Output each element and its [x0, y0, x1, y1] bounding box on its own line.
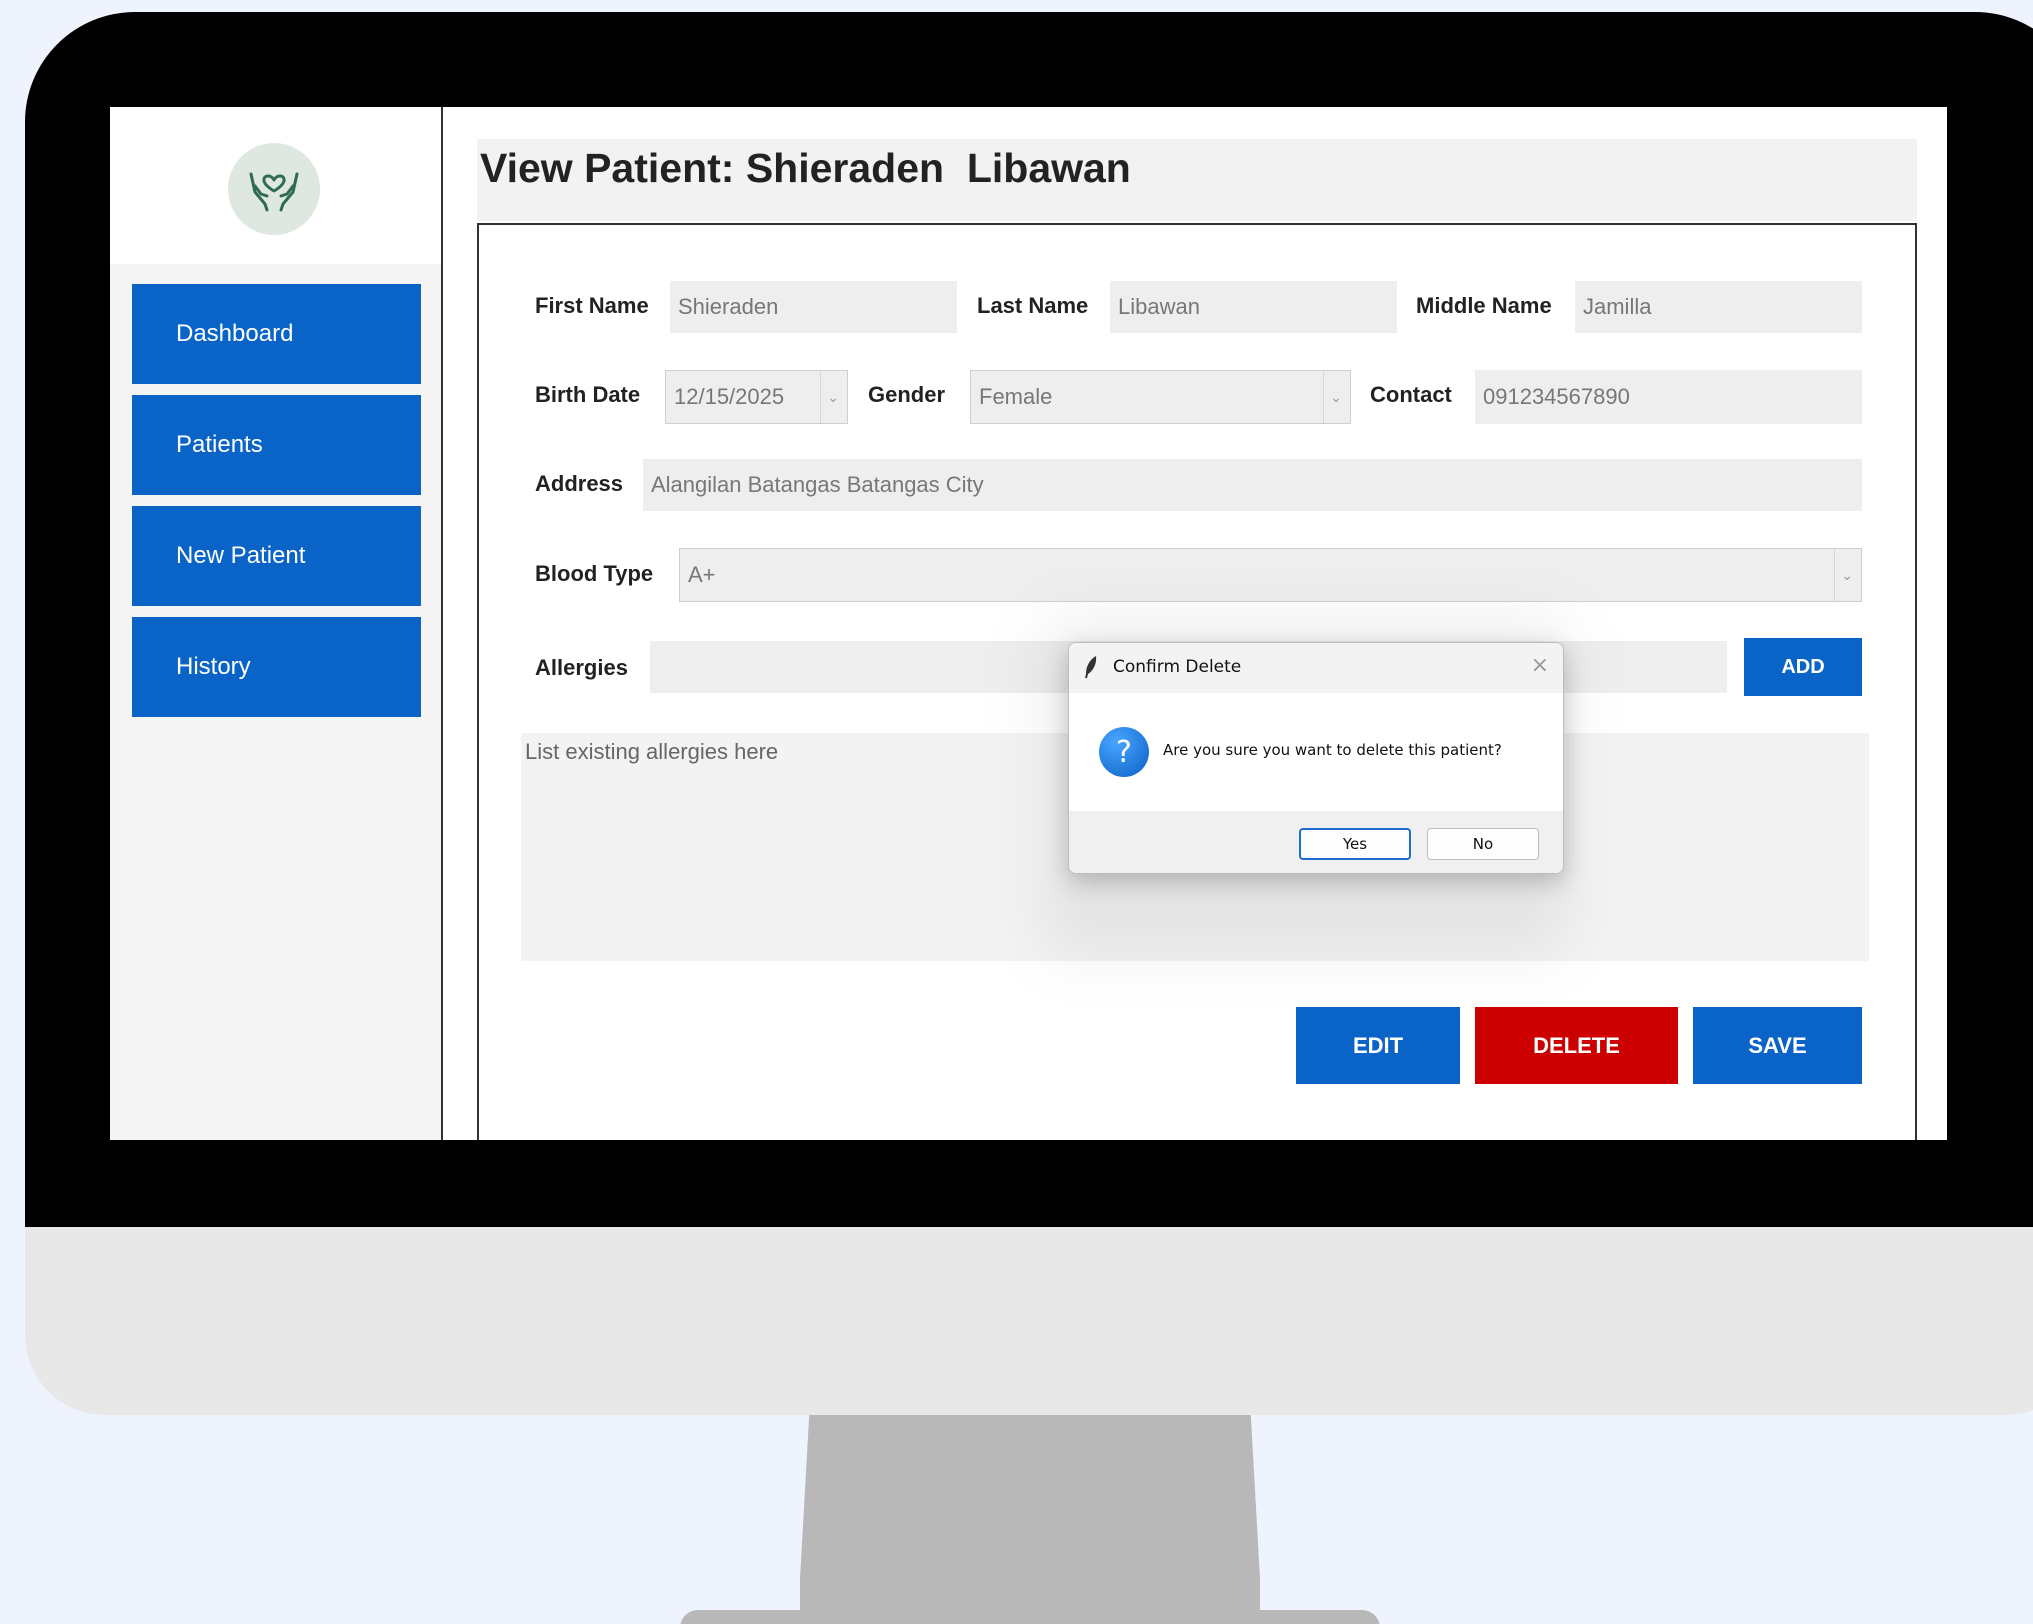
allergies-label: Allergies	[535, 655, 628, 680]
monitor-stand	[800, 1415, 1260, 1615]
app-window: Dashboard Patients New Patient History V…	[110, 107, 1947, 1140]
address-field[interactable]: Alangilan Batangas Batangas City	[643, 459, 1862, 511]
middle-name-field[interactable]: Jamilla	[1575, 281, 1862, 333]
sidebar-item-dashboard[interactable]: Dashboard	[132, 284, 421, 384]
close-icon[interactable]: ×	[1531, 653, 1549, 678]
monitor-stand-base	[680, 1610, 1380, 1624]
sidebar-item-history[interactable]: History	[132, 617, 421, 717]
delete-button[interactable]: DELETE	[1475, 1007, 1678, 1084]
monitor-chin	[25, 1227, 2033, 1415]
gender-select[interactable]: Female ⌄	[970, 370, 1351, 424]
chevron-down-icon[interactable]: ⌄	[820, 371, 839, 423]
confirm-delete-dialog: Confirm Delete × ? Are you sure you want…	[1068, 642, 1564, 874]
blood-type-value: A+	[688, 562, 716, 587]
sidebar-item-patients[interactable]: Patients	[132, 395, 421, 495]
first-name-field[interactable]: Shieraden	[670, 281, 957, 333]
birth-date-label: Birth Date	[535, 382, 641, 407]
gender-label: Gender	[868, 382, 946, 407]
edit-button[interactable]: EDIT	[1296, 1007, 1460, 1084]
feather-icon	[1083, 655, 1099, 683]
middle-name-label: Middle Name	[1416, 293, 1552, 318]
page-title: View Patient: Shieraden Libawan	[480, 145, 1131, 191]
yes-button[interactable]: Yes	[1299, 828, 1411, 860]
birth-date-picker[interactable]: 12/15/2025 ⌄	[665, 370, 848, 424]
first-name-label: First Name	[535, 293, 649, 318]
save-button[interactable]: SAVE	[1693, 1007, 1862, 1084]
blood-type-select[interactable]: A+ ⌄	[679, 548, 1862, 602]
gender-value: Female	[979, 384, 1053, 409]
sidebar-item-new-patient[interactable]: New Patient	[132, 506, 421, 606]
chevron-down-icon[interactable]: ⌄	[1834, 549, 1853, 601]
add-allergy-button[interactable]: ADD	[1744, 638, 1862, 696]
address-label: Address	[535, 471, 624, 496]
dialog-title: Confirm Delete	[1113, 657, 1242, 677]
contact-field[interactable]: 091234567890	[1475, 370, 1862, 424]
dialog-message: Are you sure you want to delete this pat…	[1163, 741, 1502, 759]
birth-date-value: 12/15/2025	[674, 384, 785, 409]
blood-type-label: Blood Type	[535, 561, 654, 586]
last-name-label: Last Name	[977, 293, 1089, 318]
no-button[interactable]: No	[1427, 828, 1539, 860]
last-name-field[interactable]: Libawan	[1110, 281, 1397, 333]
contact-label: Contact	[1370, 382, 1452, 407]
sidebar: Dashboard Patients New Patient History	[110, 107, 443, 1140]
question-icon: ?	[1099, 727, 1149, 777]
caring-hands-logo-icon	[228, 143, 320, 235]
sidebar-header	[110, 107, 441, 264]
chevron-down-icon[interactable]: ⌄	[1323, 371, 1342, 423]
